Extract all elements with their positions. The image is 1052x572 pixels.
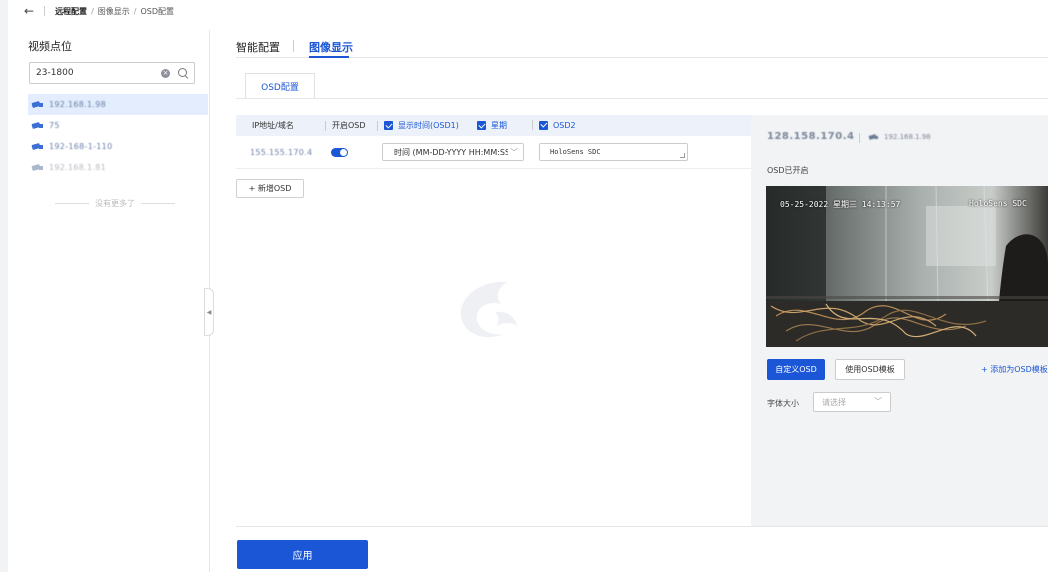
breadcrumb-item-remote-config[interactable]: 远程配置: [55, 6, 87, 17]
camera-item[interactable]: 192-168-1-110: [28, 136, 208, 157]
osd-table-header: IP地址/域名 开启OSD 显示时间(OSD1) 星期 OSD2: [236, 115, 751, 136]
tab-image-display[interactable]: 图像显示: [309, 39, 353, 55]
preview-ip: 128.158.170.4: [767, 131, 855, 142]
camera-label: 192.168.1.81: [49, 163, 107, 172]
preview-camera: 192.168.1.98: [869, 133, 931, 141]
chevron-down-icon: ﹀: [508, 147, 518, 158]
overlay-osd2: HoloSens SDC: [969, 199, 1027, 208]
osd2-text-input[interactable]: HoloSens SDC: [539, 143, 688, 161]
camera-label: 75: [49, 121, 60, 130]
header-ip: IP地址/域名: [252, 121, 294, 130]
video-frame-image: [766, 186, 1048, 347]
osd2-checkbox[interactable]: [539, 120, 548, 130]
no-more-indicator: 没有更多了: [55, 198, 175, 209]
camera-item[interactable]: 192.168.1.81: [28, 157, 208, 178]
font-size-label: 字体大小: [767, 399, 799, 408]
breadcrumb-item-image-display[interactable]: 图像显示: [98, 6, 130, 17]
camera-list-title: 视频点位: [28, 40, 72, 53]
camera-item[interactable]: 192.168.1.98: [28, 94, 208, 115]
search-input[interactable]: [36, 68, 146, 78]
arrow-left-icon[interactable]: ←: [24, 4, 34, 18]
camera-offline-icon: [32, 164, 44, 172]
clear-icon[interactable]: ×: [161, 68, 170, 78]
table-row: 155.155.170.4 时间 (MM-DD-YYYY HH:MM:SS) ﹀…: [236, 137, 751, 169]
header-osd1: 显示时间(OSD1): [377, 120, 459, 131]
breadcrumb-divider: [44, 6, 46, 16]
header-osd2: OSD2: [532, 120, 576, 130]
time-format-select[interactable]: 时间 (MM-DD-YYYY HH:MM:SS) ﹀: [382, 143, 524, 161]
collapse-panel-handle[interactable]: ◀: [204, 288, 214, 336]
row-ip: 155.155.170.4: [250, 148, 313, 157]
chevron-down-icon: ﹀: [874, 397, 882, 406]
preview-panel: 128.158.170.4 192.168.1.98 OSD已开启 05-25-…: [751, 115, 1048, 526]
header-week: 星期: [477, 120, 507, 131]
apply-button[interactable]: 应用: [237, 540, 368, 569]
active-tab-indicator: [309, 56, 349, 58]
camera-icon: [869, 134, 879, 141]
camera-label: 192-168-1-110: [49, 142, 113, 151]
osd1-checkbox[interactable]: [384, 121, 393, 130]
add-as-template-link[interactable]: + 添加为OSD模板: [981, 364, 1048, 375]
enable-osd-toggle[interactable]: [331, 148, 348, 157]
tab-osd-config[interactable]: OSD配置: [245, 73, 315, 99]
breadcrumb: ← 远程配置 / 图像显示 / OSD配置: [24, 4, 175, 18]
chevron-left-icon: ◀: [206, 308, 212, 316]
header-enable-osd: 开启OSD: [325, 120, 366, 131]
camera-label: 192.168.1.98: [49, 100, 107, 109]
camera-icon: [32, 122, 44, 130]
add-osd-button[interactable]: + 新增OSD: [236, 179, 304, 198]
search-icon[interactable]: [178, 68, 188, 78]
camera-icon: [32, 143, 44, 151]
video-preview: 05-25-2022 星期三 14:13:57 HoloSens SDC: [766, 186, 1048, 347]
logo-watermark-icon: [460, 281, 517, 338]
custom-osd-button[interactable]: 自定义OSD: [767, 359, 825, 380]
font-size-select[interactable]: 请选择 ﹀: [813, 392, 891, 412]
camera-item[interactable]: 75: [28, 115, 208, 136]
search-box: ×: [29, 62, 195, 84]
use-osd-template-button[interactable]: 使用OSD模板: [835, 359, 905, 380]
tab-divider: [293, 40, 294, 52]
week-checkbox[interactable]: [477, 121, 486, 130]
breadcrumb-item-osd-config: OSD配置: [140, 6, 175, 16]
tab-smart-config[interactable]: 智能配置: [236, 39, 280, 55]
osd-status-text: OSD已开启: [767, 166, 809, 175]
resize-handle-icon[interactable]: [680, 153, 685, 158]
camera-icon: [32, 101, 44, 109]
overlay-datetime: 05-25-2022 星期三 14:13:57: [780, 200, 901, 209]
camera-list: 192.168.1.98 75 192-168-1-110 192.168.1.…: [28, 94, 208, 178]
no-more-text: 没有更多了: [95, 199, 135, 208]
